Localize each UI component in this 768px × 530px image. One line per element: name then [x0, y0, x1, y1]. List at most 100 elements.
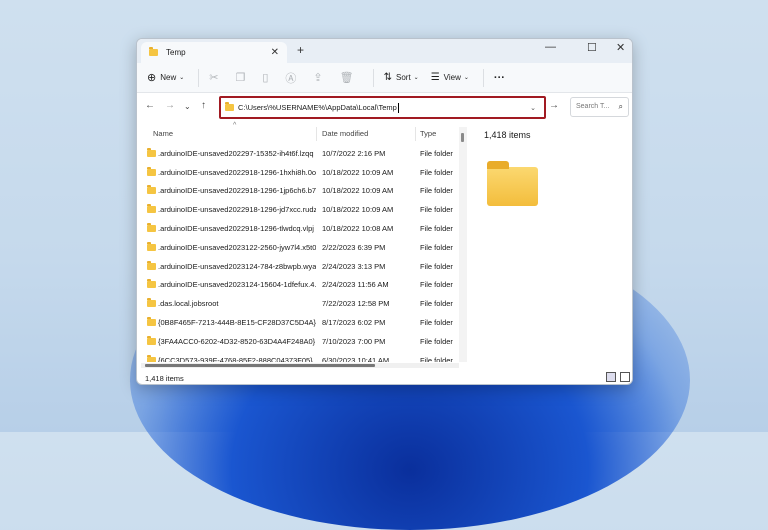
search-input[interactable]: Search T... ⌕: [570, 97, 629, 117]
file-date: 10/18/2022 10:09 AM: [322, 167, 394, 177]
file-row[interactable]: .arduinoIDE-unsaved2023122-2560-jyw7l4.x…: [137, 238, 459, 257]
more-options-button[interactable]: ···: [494, 72, 505, 84]
new-button[interactable]: ⊕ New ⌄: [147, 71, 184, 84]
file-row[interactable]: {6CC3D573-939F-4768-85F2-888C04373F05} 6/…: [137, 351, 459, 362]
column-date-modified[interactable]: Date modified: [322, 129, 368, 138]
large-folder-icon: [487, 161, 538, 206]
file-row[interactable]: .arduinoIDE-unsaved2023124-784-z8bwpb.wy…: [137, 257, 459, 276]
command-bar: ⊕ New ⌄ ✂ ❐ ▯ Ⓐ ⇪ 🗑 ⇅ Sort ⌄ ☰ View ⌄ ···: [137, 63, 632, 93]
maximize-button[interactable]: ☐: [587, 41, 597, 54]
recent-locations-icon[interactable]: ⌄: [184, 102, 191, 111]
share-icon[interactable]: ⇪: [313, 71, 322, 84]
back-icon[interactable]: ←: [145, 100, 155, 111]
file-row[interactable]: .arduinoIDE-unsaved2022918-1296-1jp6ch6.…: [137, 182, 459, 201]
file-date: 10/18/2022 10:08 AM: [322, 224, 394, 234]
file-date: 2/24/2023 11:56 AM: [322, 280, 389, 290]
copy-icon[interactable]: ❐: [235, 71, 245, 84]
sort-icon: ⇅: [383, 72, 392, 83]
file-name: .arduinoIDE-unsaved2023124-784-z8bwpb.wy…: [158, 261, 316, 271]
file-name: .arduinoIDE-unsaved202297-15352-ih4t6f.l…: [158, 148, 314, 158]
status-item-count: 1,418 items: [145, 374, 184, 383]
search-icon: ⌕: [618, 102, 623, 111]
file-row[interactable]: .arduinoIDE-unsaved202297-15352-ih4t6f.l…: [137, 144, 459, 163]
folder-icon: [147, 223, 156, 233]
folder-icon: [147, 260, 156, 270]
file-date: 10/7/2022 2:16 PM: [322, 148, 386, 158]
file-name: .arduinoIDE-unsaved2022918-1296-1jp6ch6.…: [158, 186, 316, 196]
address-path[interactable]: C:\Users\%USERNAME%\AppData\Local\Temp: [238, 103, 397, 112]
file-row[interactable]: .das.local.jobsroot 7/22/2023 12:58 PM Fil…: [137, 294, 459, 313]
folder-icon: [147, 204, 156, 214]
file-date: 7/22/2023 12:58 PM: [322, 299, 390, 309]
address-bar[interactable]: C:\Users\%USERNAME%\AppData\Local\Temp ⌄: [219, 96, 546, 119]
address-row: ← → ⌄ ↑ C:\Users\%USERNAME%\AppData\Loca…: [137, 93, 632, 123]
file-date: 10/18/2022 10:09 AM: [322, 205, 394, 215]
file-type: File folder: [420, 167, 453, 177]
file-row[interactable]: {3FA4ACC0-6202-4D32-8520-63D4A4F248A0} 7/…: [137, 332, 459, 351]
file-date: 7/10/2023 7:00 PM: [322, 336, 386, 346]
file-type: File folder: [420, 242, 453, 252]
file-name: {0B8F465F-7213-444B-8E15-CF28D37C5D4A}: [158, 318, 316, 328]
minimize-button[interactable]: —: [545, 41, 556, 53]
delete-icon[interactable]: 🗑: [340, 71, 354, 84]
forward-icon[interactable]: →: [165, 100, 175, 111]
column-type[interactable]: Type: [420, 129, 436, 138]
horizontal-scrollbar[interactable]: [141, 363, 459, 368]
close-tab-icon[interactable]: ✕: [271, 47, 279, 58]
plus-circle-icon: ⊕: [147, 72, 157, 84]
chevron-down-icon: ⌄: [413, 75, 419, 81]
column-name[interactable]: Name: [153, 129, 173, 138]
file-date: 2/24/2023 3:13 PM: [322, 261, 386, 271]
close-window-button[interactable]: ✕: [616, 41, 625, 54]
view-icon: ☰: [430, 72, 440, 83]
folder-icon: [147, 317, 156, 327]
file-name: .arduinoIDE-unsaved2023124-15604-1dfefux…: [158, 280, 316, 290]
file-explorer-window: Temp ✕ + — ☐ ✕ ⊕ New ⌄ ✂ ❐ ▯ Ⓐ ⇪ 🗑 ⇅ Sort ⌄ …: [136, 38, 633, 385]
view-label: View: [443, 73, 461, 82]
file-row[interactable]: .arduinoIDE-unsaved2022918-1296-jd7xcc.r…: [137, 200, 459, 219]
rename-icon[interactable]: Ⓐ: [285, 70, 296, 86]
column-headers: ^ Name Date modified Type: [137, 122, 467, 141]
details-view-icon[interactable]: [606, 372, 616, 382]
file-type: File folder: [420, 355, 453, 362]
vertical-scrollbar[interactable]: [459, 127, 467, 362]
folder-icon: [147, 279, 156, 289]
chevron-down-icon[interactable]: ⌄: [530, 104, 536, 112]
divider: [482, 68, 484, 87]
file-list: .arduinoIDE-unsaved202297-15352-ih4t6f.l…: [137, 144, 459, 362]
file-name: .arduinoIDE-unsaved2022918-1296-tlwdcq.v…: [158, 224, 314, 234]
sort-label: Sort: [396, 73, 411, 82]
folder-icon: [147, 298, 156, 308]
scroll-thumb[interactable]: [461, 133, 464, 142]
paste-icon[interactable]: ▯: [262, 71, 268, 84]
sort-button[interactable]: ⇅ Sort ⌄: [384, 72, 419, 83]
text-cursor: [397, 102, 399, 113]
file-date: 8/17/2023 6:02 PM: [322, 318, 386, 328]
file-date: 6/30/2023 10:41 AM: [322, 355, 390, 362]
scroll-thumb[interactable]: [145, 364, 375, 367]
chevron-down-icon: ⌄: [179, 75, 185, 81]
search-placeholder: Search T...: [576, 103, 610, 110]
file-name: .arduinoIDE-unsaved2023122-2560-jyw7l4.x…: [158, 242, 316, 252]
view-button[interactable]: ☰ View ⌄: [431, 72, 469, 83]
file-row[interactable]: .arduinoIDE-unsaved2023124-15604-1dfefux…: [137, 276, 459, 295]
tab-temp[interactable]: Temp ✕: [141, 42, 287, 63]
tab-title: Temp: [166, 48, 186, 57]
file-type: File folder: [420, 318, 453, 328]
file-type: File folder: [420, 205, 453, 215]
folder-icon: [147, 354, 156, 362]
file-row[interactable]: .arduinoIDE-unsaved2022918-1296-tlwdcq.v…: [137, 219, 459, 238]
folder-icon: [147, 147, 156, 157]
file-row[interactable]: .arduinoIDE-unsaved2022918-1296-1hxhi8h.…: [137, 163, 459, 182]
new-tab-button[interactable]: +: [297, 43, 304, 57]
folder-icon: [225, 102, 234, 111]
file-type: File folder: [420, 261, 453, 271]
go-icon[interactable]: →: [549, 100, 559, 111]
divider: [198, 68, 200, 87]
cut-icon[interactable]: ✂: [209, 71, 218, 84]
file-name: {3FA4ACC0-6202-4D32-8520-63D4A4F248A0}: [158, 336, 316, 346]
tiles-view-icon[interactable]: [620, 372, 630, 382]
up-icon[interactable]: ↑: [201, 100, 206, 111]
file-type: File folder: [420, 336, 453, 346]
file-row[interactable]: {0B8F465F-7213-444B-8E15-CF28D37C5D4A} 8/…: [137, 313, 459, 332]
